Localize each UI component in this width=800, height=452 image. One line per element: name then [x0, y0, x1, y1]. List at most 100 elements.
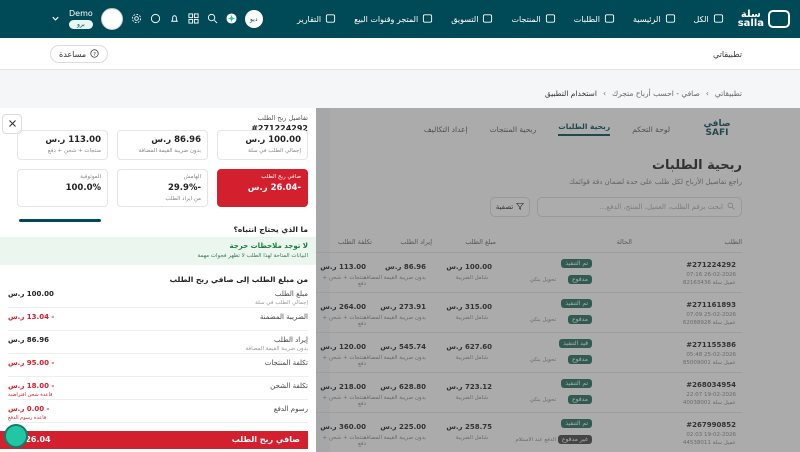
salla-logo-text: سلة salla: [737, 9, 764, 29]
salla-logo-icon: [768, 10, 790, 28]
question-icon: ?: [90, 48, 99, 60]
breadcrumb: تطبيقاتي › صافي - احسب أرباح متجرك › استخدام…: [545, 89, 742, 98]
menu-icon: [713, 13, 724, 26]
line-value-sub: قاعدة رسوم الدفع: [8, 415, 47, 421]
no-issues-box: لا توجد ملاحظات حرجة البيانات المتاحة له…: [0, 237, 316, 265]
ai-assistant-icon[interactable]: [226, 12, 237, 26]
nav-item-label: التقارير: [297, 14, 322, 24]
orders-icon: [604, 13, 615, 26]
line-label: مبلغ الطلب: [274, 290, 308, 298]
metric-card: 100.00 ر.س إجمالي الطلب في سلة: [217, 130, 308, 160]
line-value: - 0.00 ر.س: [8, 405, 50, 413]
chat-fab[interactable]: [4, 424, 28, 448]
chat-icon[interactable]: [150, 13, 161, 26]
breadcrumb-item[interactable]: تطبيقاتي: [715, 89, 742, 98]
breadcrumb-item: استخدام التطبيق: [544, 89, 597, 98]
modal-backdrop[interactable]: [316, 108, 800, 452]
nav-item-0[interactable]: الكل: [694, 13, 724, 26]
no-issues-title: لا توجد ملاحظات حرجة: [229, 242, 309, 250]
metric-value: 86.96 ر.س: [151, 135, 201, 145]
chevron-down-icon[interactable]: [50, 13, 61, 26]
marketing-icon: [482, 13, 493, 26]
search-icon[interactable]: [207, 13, 218, 26]
metric-label: بدون ضريبة القيمة المضافة: [138, 148, 201, 154]
metric-title: صافي ربح الطلب: [261, 174, 301, 180]
attention-title: ما الذي يحتاج انتباه؟: [233, 225, 309, 234]
nav-item-label: الرئيسية: [632, 14, 661, 24]
line-value: 86.96 ر.س: [8, 336, 49, 344]
metric-label: إجمالي الطلب في سلة: [248, 148, 301, 154]
nav-item-2[interactable]: الطلبات: [574, 13, 615, 26]
plan-badge: برو: [69, 20, 93, 29]
nav-item-label: المنتجات: [511, 14, 541, 24]
breakdown-title: من مبلغ الطلب إلى صافي ربح الطلب: [169, 275, 308, 284]
nav-item-4[interactable]: التسويق: [451, 13, 493, 26]
line-sub: بدون ضريبة القيمة المضافة: [245, 346, 308, 352]
top-navbar: سلة salla الكل الرئيسية الطلبات المنتجات الت…: [0, 0, 800, 38]
metric-label: من ايراد الطلب: [165, 196, 201, 202]
page-header-title: تطبيقاتي: [713, 50, 742, 59]
metric-card: الموثوقية 100.0%: [17, 169, 108, 222]
line-sub: إجمالي الطلب في سلة: [255, 300, 308, 306]
line-value-sub: قاعدة شحن افتراضية: [8, 392, 53, 398]
metric-card: 113.00 ر.س منتجات + شحن + دفع: [17, 130, 108, 160]
nav-item-1[interactable]: الرئيسية: [633, 13, 676, 26]
store-logo[interactable]: [100, 8, 123, 30]
metric-card: الهامش -29.9% من ايراد الطلب: [117, 169, 208, 207]
progress-fill: [19, 219, 101, 222]
apps-grid-icon[interactable]: [188, 12, 199, 26]
breakdown-line: تكلفة المنتجات - 95.00 ر.س: [8, 357, 308, 377]
metric-value: -26.04 ر.س: [247, 183, 301, 193]
metric-card: صافي ربح الطلب -26.04 ر.س: [217, 169, 308, 207]
metric-card: 86.96 ر.س بدون ضريبة القيمة المضافة: [117, 130, 208, 160]
settings-gear-icon[interactable]: [131, 13, 142, 26]
close-icon: [8, 119, 17, 130]
net-profit-label: صافي ربح الطلب: [231, 435, 300, 444]
line-value: 100.00 ر.س: [8, 290, 54, 298]
metric-value: -29.9%: [167, 183, 201, 193]
breakdown-line: تكلفة الشحن - 18.00 ر.س قاعدة شحن افتراضية: [8, 380, 308, 400]
nav-item-5[interactable]: المتجر وقنوات البيع: [354, 13, 433, 26]
bell-icon[interactable]: [169, 13, 180, 26]
user-menu[interactable]: Demo برو: [69, 9, 93, 29]
help-button[interactable]: مساعدة ?: [50, 45, 109, 63]
metric-value: 100.0%: [65, 183, 101, 193]
breakdown-line: إيراد الطلب بدون ضريبة القيمة المضافة 86.9…: [8, 334, 308, 354]
nav-item-label: المتجر وقنوات البيع: [354, 14, 419, 24]
products-icon: [545, 13, 556, 26]
chevron-left-icon: ›: [705, 89, 709, 98]
store-channels-icon: [422, 13, 433, 26]
user-name: Demo: [69, 9, 93, 18]
breakdown-line: الضريبة المضمنة - 13.04 ر.س: [8, 311, 308, 331]
nav-item-6[interactable]: التقارير: [297, 13, 336, 26]
help-button-label: مساعدة: [59, 49, 87, 59]
nav-item-label: التسويق: [451, 14, 479, 24]
nav-item-label: الطلبات: [573, 14, 600, 24]
breakdown-line: رسوم الدفع - 0.00 ر.س قاعدة رسوم الدفع: [8, 403, 308, 423]
nav-item-3[interactable]: المنتجات: [511, 13, 555, 26]
net-profit-footer: صافي ربح الطلب -26.04: [0, 431, 308, 449]
line-value: - 18.00 ر.س: [8, 382, 55, 390]
line-label: رسوم الدفع: [273, 405, 308, 413]
nav-item-label: الكل: [693, 14, 709, 24]
line-label: الضريبة المضمنة: [259, 313, 308, 321]
metric-title: الهامش: [183, 174, 201, 180]
order-profit-panel: تفاصيل ربح الطلب #271224292 100.00 ر.س إج…: [0, 108, 316, 452]
breakdown-line: مبلغ الطلب إجمالي الطلب في سلة 100.00 ر.س: [8, 288, 308, 308]
metric-title: الموثوقية: [80, 174, 101, 180]
no-issues-sub: البيانات المتاحة لهذا الطلب لا تظهر فجوا…: [197, 253, 308, 259]
line-label: إيراد الطلب: [273, 336, 308, 344]
home-icon: [665, 13, 676, 26]
metric-label: منتجات + شحن + دفع: [47, 148, 101, 154]
main-nav: الكل الرئيسية الطلبات المنتجات التسويق المتجر…: [297, 13, 724, 26]
salla-logo[interactable]: سلة salla: [737, 9, 790, 29]
line-label: تكلفة المنتجات: [264, 359, 308, 367]
breadcrumb-item[interactable]: صافي - احسب أرباح متجرك: [612, 89, 700, 98]
reports-icon: [325, 13, 336, 26]
avatar[interactable]: ديو: [244, 10, 263, 28]
reliability-progress: [19, 219, 101, 222]
panel-title: تفاصيل ربح الطلب: [257, 114, 308, 122]
chevron-left-icon: ›: [602, 89, 606, 98]
metric-value: 113.00 ر.س: [45, 135, 101, 145]
metric-value: 100.00 ر.س: [245, 135, 301, 145]
